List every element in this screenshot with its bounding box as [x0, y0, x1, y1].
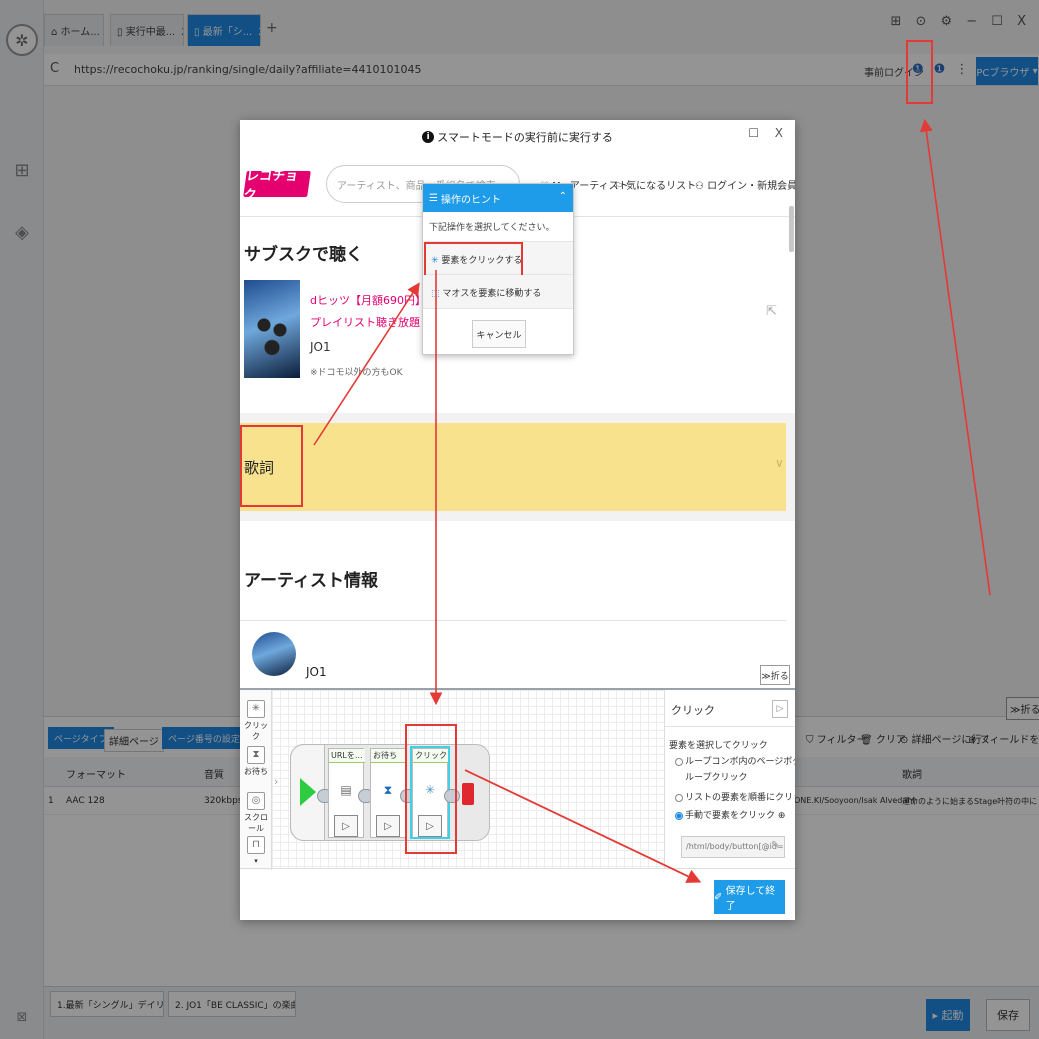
settings-subtitle: 要素を選択してクリック	[669, 741, 768, 751]
annotation-highlight-box	[405, 724, 457, 854]
workflow-panel: ✳ クリック ⧗ お待ち ◎ スクロール ⊓ ▾ › URLを... ▤ ▷ お待ち ⧗…	[240, 688, 795, 920]
palette-click[interactable]: ✳ クリック	[242, 700, 270, 742]
lyrics-accordion[interactable]	[240, 423, 786, 511]
artist-avatar[interactable]	[252, 632, 296, 676]
section-heading-subscription: サブスクで聴く	[244, 245, 363, 265]
action-palette: ✳ クリック ⧗ お待ち ◎ スクロール ⊓ ▾	[240, 690, 272, 870]
target-icon[interactable]: ⊕	[778, 811, 786, 821]
recochoku-logo[interactable]: レコチョク	[242, 169, 311, 203]
annotation-highlight-box	[424, 242, 523, 277]
cancel-button[interactable]: キャンセル	[472, 320, 526, 348]
hint-description: 下記操作を選択してください。	[429, 223, 555, 233]
operation-hint-popup: ☰ 操作のヒント ⌃ 下記操作を選択してください。 ✳ 要素をクリックする ⬚ …	[422, 183, 574, 355]
annotation-highlight-box	[240, 425, 303, 507]
settings-title: クリック	[671, 704, 715, 717]
login-link[interactable]: ⚇ ログイン・新規会員登録	[695, 177, 795, 192]
play-icon[interactable]: ▷	[376, 815, 400, 837]
hourglass-icon: ⧗	[383, 783, 393, 797]
divider	[240, 868, 795, 869]
album-artwork[interactable]	[244, 280, 300, 378]
save-icon: ✐	[714, 891, 723, 903]
click-settings-panel: クリック ▷ 要素を選択してクリック ループコンボ内のページボタンを ループクリ…	[664, 690, 795, 868]
divider	[240, 620, 786, 621]
xpath-field[interactable]: /html/body/button[@id=1	[681, 836, 785, 858]
panel-collapse-button[interactable]: ▷	[772, 700, 788, 718]
info-icon: i	[422, 131, 435, 143]
smart-mode-modal: i スマートモードの実行前に実行する ☐ X レコチョク アーティスト、商品、番…	[240, 120, 795, 920]
loop-icon: ⊓	[247, 836, 265, 854]
more-down-icon[interactable]: ▾	[254, 857, 258, 865]
radio-list-click[interactable]: リストの要素を順番にクリック	[675, 790, 795, 806]
play-icon[interactable]: ▷	[334, 815, 358, 837]
radio-manual-click[interactable]: 手動で要素をクリック ⊕	[675, 808, 785, 824]
dhits-note: ※ドコモ以外の方もOK	[310, 368, 403, 378]
dhits-artist: JO1	[310, 340, 331, 354]
external-link-icon[interactable]: ⇱	[766, 304, 777, 319]
modal-window-controls[interactable]: ☐ X	[748, 126, 789, 140]
user-icon: ⚇	[695, 181, 704, 192]
palette-loop[interactable]: ⊓ ▾	[242, 836, 270, 865]
artist-name[interactable]: JO1	[306, 665, 327, 679]
annotation-highlight-box	[906, 40, 933, 104]
radio-loop-page-button-cont: ループクリック	[685, 773, 748, 783]
page-scrollbar[interactable]	[789, 206, 794, 252]
edit-icon[interactable]: ✎	[771, 840, 779, 851]
click-icon: ✳	[247, 700, 265, 718]
dhits-title[interactable]: dヒッツ【月額690円】	[310, 292, 426, 308]
webpage-icon: ▤	[340, 783, 352, 797]
bookmark-icon: ⚐	[614, 181, 623, 192]
radio-loop-page-button[interactable]: ループコンボ内のページボタンを	[675, 754, 795, 770]
divider	[665, 726, 795, 727]
chevron-down-icon[interactable]: ∨	[775, 456, 784, 470]
save-and-exit-button[interactable]: ✐ 保存して終了	[714, 880, 785, 914]
section-heading-artist: アーティスト情報	[244, 571, 378, 591]
favorites-link[interactable]: ⚐ 気になるリスト	[614, 177, 696, 192]
list-icon: ☰	[429, 192, 438, 204]
hourglass-icon: ⧗	[247, 746, 265, 764]
hover-element-option[interactable]: ⬚ マオスを要素に移動する	[423, 275, 573, 309]
fold-button[interactable]: ≫折る	[760, 665, 790, 685]
collapse-icon[interactable]: ⌃	[559, 191, 567, 202]
cursor-icon: ⬚	[431, 289, 440, 299]
chevron-right-icon[interactable]: ›	[274, 775, 278, 788]
start-play-icon[interactable]	[300, 778, 316, 806]
hint-header: ☰ 操作のヒント	[423, 184, 573, 212]
stop-icon	[462, 783, 474, 805]
palette-scroll[interactable]: ◎ スクロール	[242, 792, 270, 834]
scroll-icon: ◎	[247, 792, 265, 810]
modal-title: i スマートモードの実行前に実行する	[240, 120, 795, 154]
palette-wait[interactable]: ⧗ お待ち	[242, 746, 270, 777]
